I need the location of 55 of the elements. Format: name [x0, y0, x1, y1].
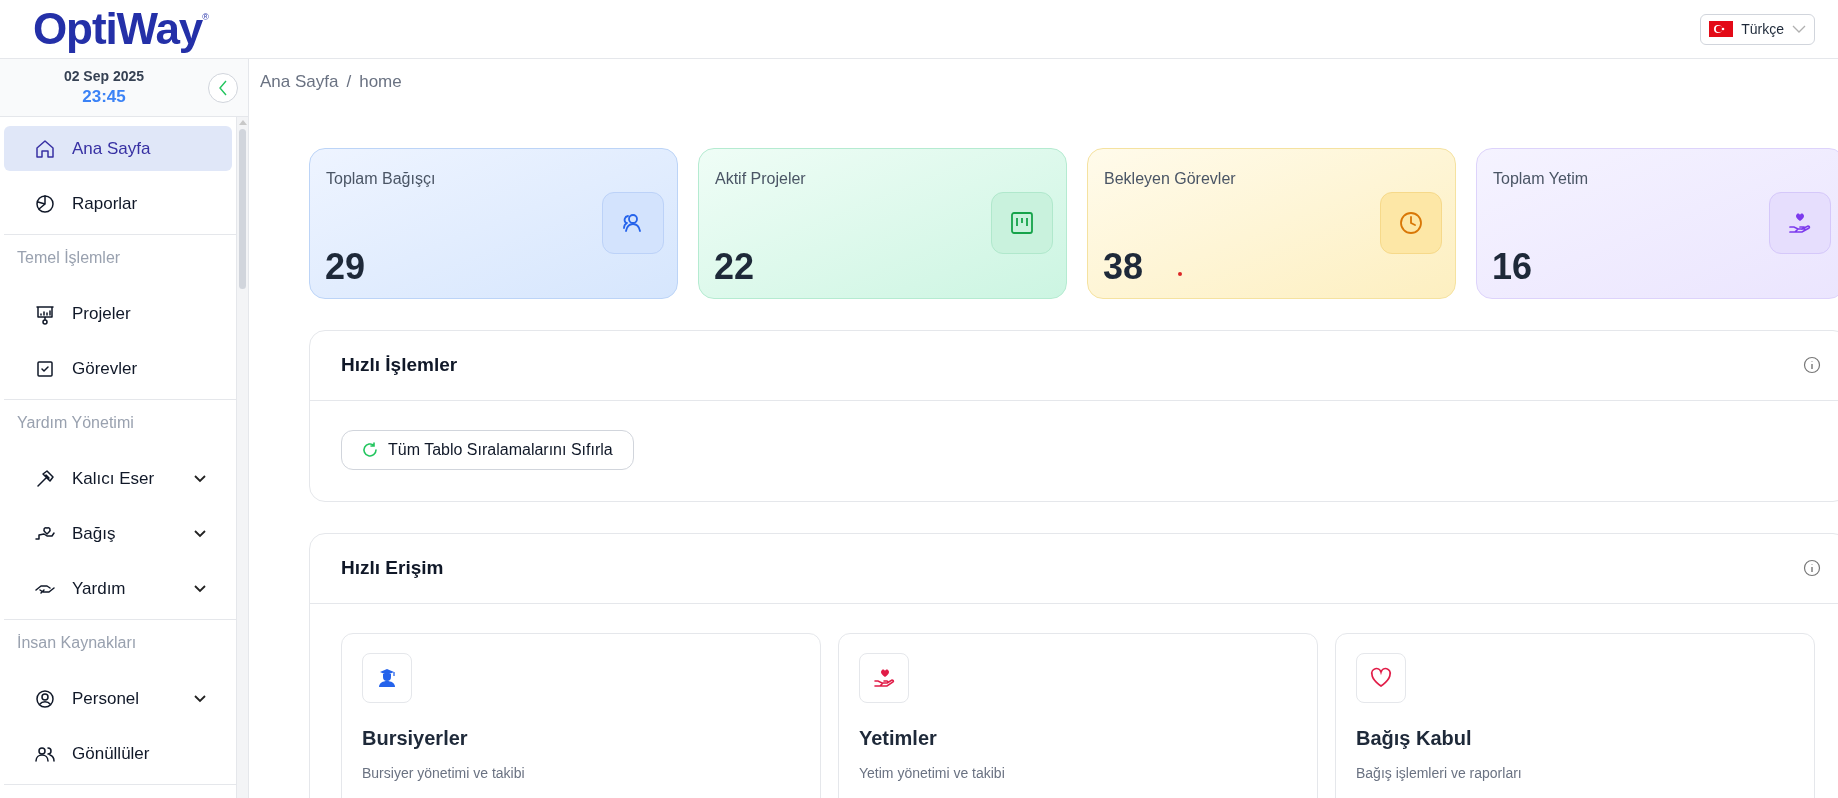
sidebar-item[interactable]: Personel	[4, 676, 232, 721]
info-icon[interactable]	[1803, 559, 1821, 577]
pie-chart-icon	[34, 192, 56, 215]
card-description: Yetim yönetimi ve takibi	[859, 763, 1006, 783]
sidebar-item[interactable]: Bağış	[4, 511, 232, 556]
section-heading: Yardım Yönetimi	[17, 413, 134, 433]
stat-value: 29	[325, 244, 366, 289]
user-circle-icon	[34, 687, 56, 710]
sidebar-item[interactable]: Ana Sayfa	[4, 126, 232, 171]
card-description: Bağış işlemleri ve raporları	[1356, 763, 1523, 783]
sidebar-item[interactable]: Görevler	[4, 346, 232, 391]
reset-button[interactable]: Tüm Tablo Sıralamalarını Sıfırla	[341, 429, 634, 470]
hammer-icon	[34, 467, 56, 490]
refresh-icon	[362, 441, 378, 458]
sidebar-item[interactable]: Kalıcı Eser	[4, 456, 232, 501]
section-heading: İnsan Kaynakları	[17, 633, 137, 653]
language-select[interactable]: Türkçe	[1700, 13, 1815, 45]
caret-icon	[1792, 24, 1806, 34]
breadcrumb-separator: /	[346, 71, 352, 93]
collapse-button[interactable]	[208, 73, 238, 103]
sidebar-item[interactable]: Projeler	[4, 291, 232, 336]
card-description: Bursiyer yönetimi ve takibi	[362, 763, 526, 783]
card-title: Bağış Kabul	[1356, 725, 1473, 751]
registered-mark: ®	[202, 11, 209, 22]
panel-title: Hızlı İşlemler	[341, 352, 458, 377]
stat-label: Toplam Yetim	[1493, 168, 1589, 189]
stat-label: Toplam Bağışçı	[326, 168, 436, 189]
card-title: Bursiyerler	[362, 725, 469, 751]
breadcrumb-link[interactable]: home	[359, 69, 402, 95]
breadcrumb-link[interactable]: Ana Sayfa	[260, 69, 339, 95]
stat-value: 22	[714, 244, 755, 289]
logo: OptiWay	[33, 7, 203, 51]
sidebar-item[interactable]: Gönüllüler	[4, 731, 232, 776]
stat-value: 16	[1492, 244, 1533, 289]
panel-title: Hızlı Erişim	[341, 555, 444, 580]
home-icon	[34, 137, 56, 160]
info-icon[interactable]	[1803, 356, 1821, 374]
flag-icon	[1709, 21, 1734, 37]
dot-mark	[1178, 271, 1182, 276]
scrollbar[interactable]	[236, 117, 248, 798]
stat-value: 38	[1103, 244, 1144, 289]
sidebar-item[interactable]: Raporlar	[4, 181, 232, 226]
section-heading: Temel İşlemler	[17, 248, 121, 268]
shortcut-card[interactable]: Bağış Kabul Bağış işlemleri ve raporları	[1335, 632, 1815, 798]
sidebar-item[interactable]: Yardım	[4, 566, 232, 611]
chevron-left-icon	[218, 80, 228, 96]
date-text: 02 Sep 2025	[63, 68, 145, 86]
card-title: Yetimler	[859, 725, 938, 751]
shortcut-card[interactable]: Bursiyerler Bursiyer yönetimi ve takibi	[341, 632, 821, 798]
time-text: 23:45	[82, 85, 126, 107]
shortcut-card[interactable]: Yetimler Yetim yönetimi ve takibi	[838, 632, 1318, 798]
scroll-up-arrow-icon[interactable]	[238, 119, 247, 125]
scrollbar-thumb[interactable]	[239, 129, 246, 289]
stat-label: Aktif Projeler	[715, 168, 806, 189]
stat-label: Bekleyen Görevler	[1104, 168, 1236, 189]
